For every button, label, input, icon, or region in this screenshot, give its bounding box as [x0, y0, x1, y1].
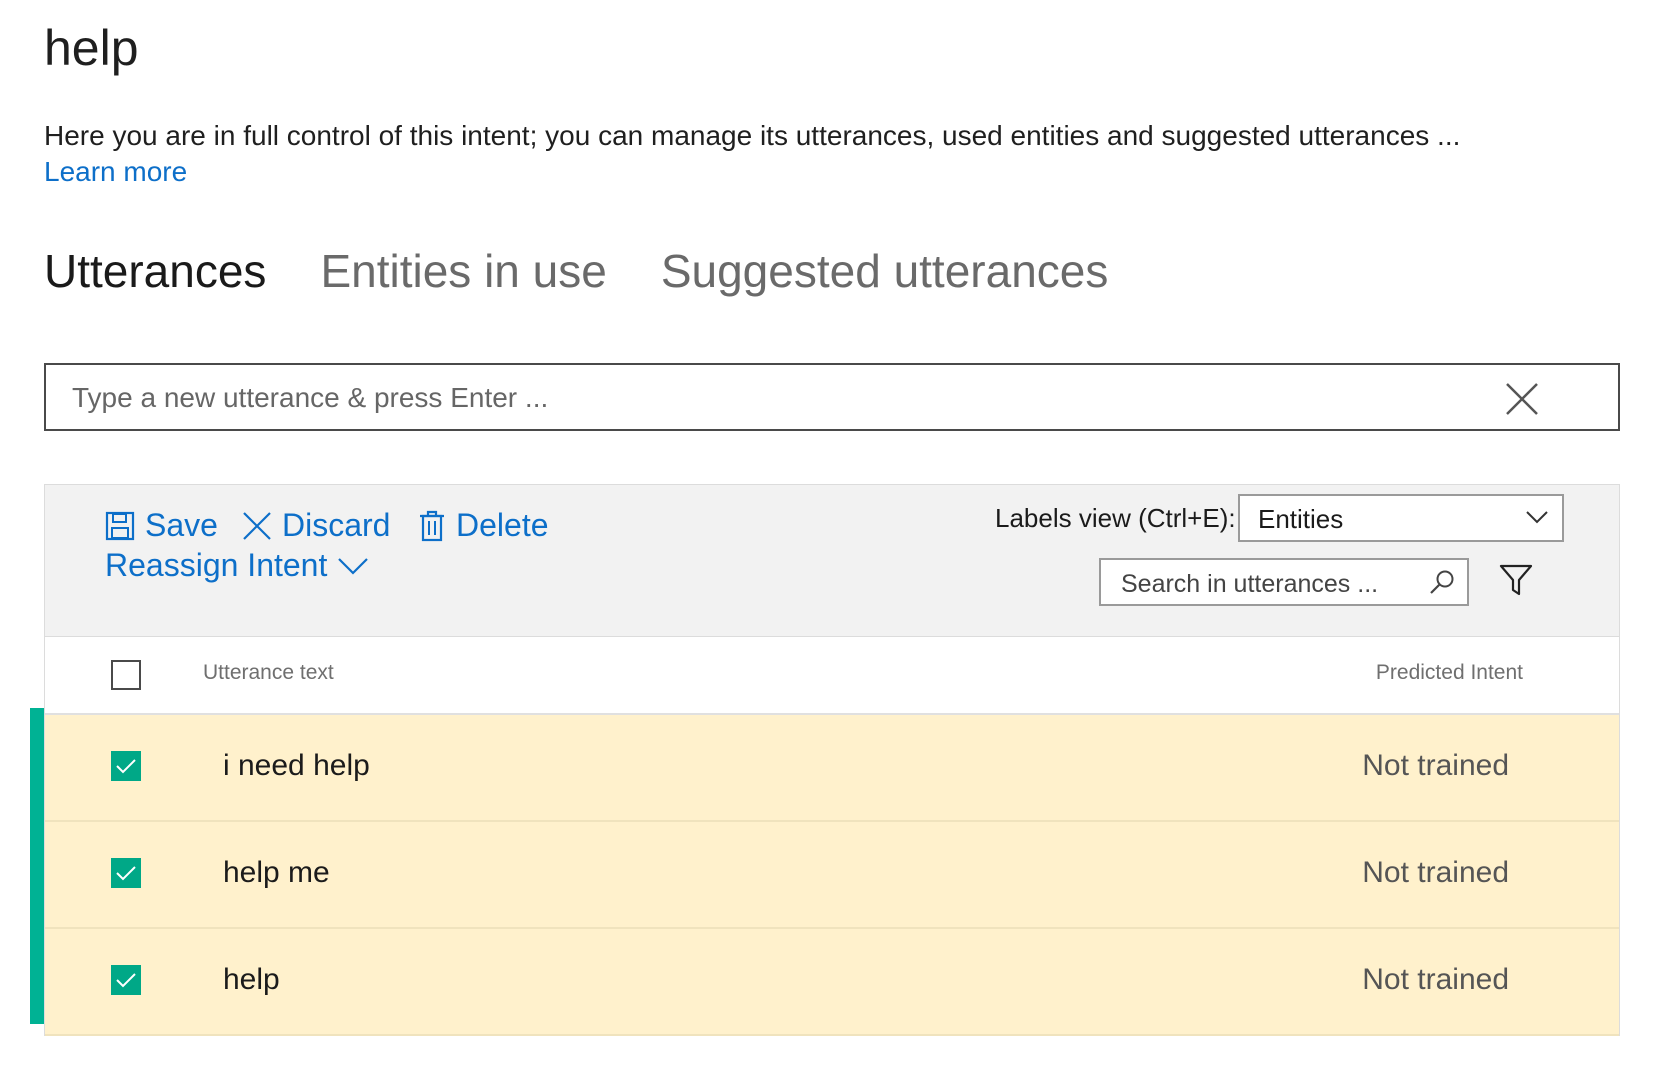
discard-label: Discard — [282, 507, 391, 543]
intent-tabs: Utterances Entities in use Suggested utt… — [44, 244, 1108, 299]
selection-indicator-bar — [30, 708, 44, 1024]
delete-button[interactable]: Delete — [418, 507, 549, 544]
utterances-table: Utterance text Predicted Intent i need h… — [44, 637, 1620, 1036]
tab-utterances[interactable]: Utterances — [44, 244, 266, 299]
new-utterance-input[interactable] — [70, 373, 1494, 423]
tab-suggested-utterances[interactable]: Suggested utterances — [661, 244, 1109, 299]
labels-view-value: Entities — [1258, 504, 1344, 534]
row-checkbox[interactable] — [111, 751, 141, 781]
reassign-intent-button[interactable]: Reassign Intent — [105, 547, 369, 584]
delete-label: Delete — [456, 507, 549, 543]
page-title: help — [44, 20, 139, 76]
row-checkbox[interactable] — [111, 858, 141, 888]
discard-button[interactable]: Discard — [242, 507, 390, 544]
header-utterance-text: Utterance text — [203, 661, 334, 684]
utterance-text[interactable]: help — [223, 963, 280, 997]
table-header: Utterance text Predicted Intent — [45, 637, 1619, 715]
header-predicted-intent: Predicted Intent — [1375, 661, 1523, 684]
save-button[interactable]: Save — [105, 507, 218, 544]
table-row[interactable]: help Not trained — [45, 929, 1619, 1036]
utterance-text[interactable]: help me — [223, 856, 330, 890]
learn-more-link[interactable]: Learn more — [44, 156, 187, 188]
utterance-search-input[interactable] — [1119, 566, 1423, 602]
delete-icon — [418, 510, 446, 542]
save-label: Save — [145, 507, 218, 543]
utterance-search-box — [1099, 558, 1469, 606]
checkmark-icon — [116, 973, 136, 988]
predicted-intent: Not trained — [1362, 749, 1509, 782]
table-row[interactable]: i need help Not trained — [45, 715, 1619, 822]
close-icon[interactable] — [1504, 381, 1540, 417]
filter-icon[interactable] — [1499, 563, 1533, 602]
table-row[interactable]: help me Not trained — [45, 822, 1619, 929]
select-all-checkbox[interactable] — [111, 660, 141, 690]
search-icon[interactable] — [1429, 569, 1455, 595]
save-icon — [105, 511, 135, 541]
reassign-intent-label: Reassign Intent — [105, 547, 328, 583]
labels-view-dropdown[interactable]: Entities — [1238, 494, 1564, 542]
predicted-intent: Not trained — [1362, 856, 1509, 889]
intent-description: Here you are in full control of this int… — [44, 120, 1461, 151]
chevron-down-icon — [337, 556, 369, 576]
labels-view-label: Labels view (Ctrl+E): — [995, 503, 1236, 533]
new-utterance-box — [44, 363, 1620, 431]
tab-entities-in-use[interactable]: Entities in use — [320, 244, 606, 299]
discard-icon — [242, 511, 272, 541]
row-checkbox[interactable] — [111, 965, 141, 995]
utterance-text[interactable]: i need help — [223, 749, 370, 783]
checkmark-icon — [116, 759, 136, 774]
utterance-toolbar: Save Discard Delete Reassign Intent Labe… — [44, 484, 1620, 637]
chevron-down-icon — [1526, 511, 1548, 524]
predicted-intent: Not trained — [1362, 963, 1509, 996]
checkmark-icon — [116, 866, 136, 881]
